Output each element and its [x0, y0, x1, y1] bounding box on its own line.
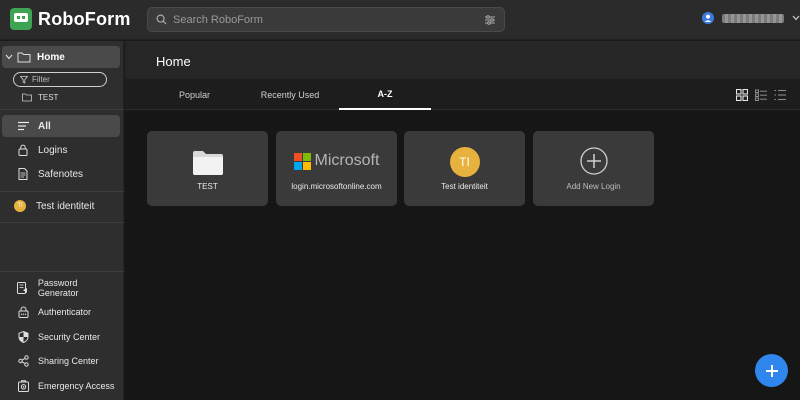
- authenticator-icon: [16, 306, 30, 318]
- card-icon-wrap: TI: [404, 147, 525, 177]
- list-icon: [16, 121, 30, 131]
- app-name: RoboForm: [38, 8, 131, 29]
- sidebar-item-security-center[interactable]: Security Center: [2, 326, 120, 348]
- sidebar-item-label: Security Center: [38, 332, 101, 342]
- sidebar-item-label: Test identiteit: [36, 200, 95, 212]
- note-icon: [16, 168, 30, 180]
- card-identity-test[interactable]: TI Test identiteit: [404, 131, 525, 206]
- sidebar: Home TEST All Logins Safenotes TI Test i…: [0, 41, 124, 400]
- card-label: Add New Login: [566, 182, 621, 191]
- sidebar-item-password-generator[interactable]: Password Generator: [2, 277, 120, 299]
- card-icon-wrap: [533, 147, 654, 175]
- sidebar-item-authenticator[interactable]: Authenticator: [2, 301, 120, 323]
- tab-popular[interactable]: Popular: [162, 79, 227, 110]
- password-generator-icon: [16, 282, 30, 294]
- card-icon-wrap: [147, 150, 268, 176]
- sidebar-folder-label: TEST: [38, 93, 59, 102]
- identity-avatar: TI: [449, 147, 480, 177]
- account-name-redacted: [722, 13, 784, 23]
- roboform-logo-icon: [10, 8, 32, 30]
- user-icon: [702, 12, 714, 24]
- sidebar-divider: [0, 271, 124, 272]
- search-input[interactable]: [173, 13, 484, 26]
- sidebar-item-logins[interactable]: Logins: [2, 139, 120, 161]
- sidebar-divider: [0, 222, 124, 223]
- identity-avatar-wrap: TI: [13, 200, 27, 212]
- search-bar[interactable]: [147, 7, 505, 32]
- filter-field[interactable]: [13, 72, 107, 87]
- microsoft-logo: Microsoft: [293, 152, 380, 170]
- compact-list-view-icon[interactable]: [774, 89, 786, 101]
- main-header: Home: [125, 41, 800, 79]
- list-view-icon[interactable]: [755, 89, 767, 101]
- sidebar-folder-test[interactable]: TEST: [22, 93, 58, 102]
- roboform-logo[interactable]: RoboForm: [10, 8, 131, 30]
- sidebar-item-label: Sharing Center: [38, 356, 99, 366]
- sidebar-item-label: All: [38, 120, 51, 132]
- chevron-down-icon[interactable]: [5, 54, 13, 60]
- sidebar-item-label: Authenticator: [38, 307, 92, 317]
- emergency-icon: [16, 380, 30, 392]
- add-item-button[interactable]: [755, 354, 788, 387]
- chevron-down-icon: [792, 15, 800, 21]
- tab-bar: Popular Recently Used A-Z: [125, 79, 800, 110]
- plus-icon: [765, 364, 778, 377]
- top-bar: RoboForm: [0, 0, 800, 40]
- sidebar-item-identity[interactable]: TI Test identiteit: [2, 195, 120, 217]
- sidebar-item-home[interactable]: Home: [2, 46, 120, 68]
- search-icon: [156, 14, 167, 25]
- sidebar-item-all[interactable]: All: [2, 115, 120, 137]
- folder-icon: [22, 93, 32, 102]
- card-folder-test[interactable]: TEST: [147, 131, 268, 206]
- filter-input[interactable]: [32, 75, 102, 84]
- main-content: TEST Microsoft login.microsoftonline.com…: [125, 111, 800, 400]
- identity-avatar: TI: [14, 200, 26, 212]
- grid-view-icon[interactable]: [736, 89, 748, 101]
- card-label: login.microsoftonline.com: [291, 182, 382, 191]
- account-menu[interactable]: [702, 12, 800, 24]
- card-login-microsoft[interactable]: Microsoft login.microsoftonline.com: [276, 131, 397, 206]
- card-add-new-login[interactable]: Add New Login: [533, 131, 654, 206]
- sidebar-divider: [0, 191, 124, 192]
- page-title: Home: [156, 54, 191, 69]
- plus-circle-icon: [579, 147, 608, 175]
- sidebar-item-label: Safenotes: [38, 168, 84, 180]
- card-icon-wrap: Microsoft: [276, 152, 397, 170]
- sidebar-item-sharing-center[interactable]: Sharing Center: [2, 350, 120, 372]
- sidebar-item-emergency-access[interactable]: Emergency Access: [2, 375, 120, 397]
- sidebar-item-label: Password Generator: [37, 278, 79, 298]
- card-label: TEST: [197, 182, 218, 191]
- tab-recently-used[interactable]: Recently Used: [253, 79, 327, 110]
- sidebar-item-label: Logins: [38, 144, 68, 156]
- lock-icon: [16, 144, 30, 156]
- filter-settings-icon[interactable]: [484, 14, 496, 26]
- shield-icon: [16, 331, 30, 343]
- tab-a-z[interactable]: A-Z: [339, 79, 431, 110]
- folder-icon: [192, 151, 223, 175]
- sidebar-item-label: Emergency Access: [38, 381, 115, 391]
- filter-icon: [20, 75, 28, 84]
- folder-icon: [17, 52, 31, 63]
- sidebar-item-label: Home: [37, 51, 65, 63]
- microsoft-logo-text: Microsoft: [314, 152, 380, 169]
- microsoft-logo-icon: [293, 152, 311, 170]
- sidebar-divider: [0, 109, 124, 110]
- sidebar-item-safenotes[interactable]: Safenotes: [2, 163, 120, 185]
- share-icon: [16, 355, 30, 367]
- card-label: Test identiteit: [441, 182, 488, 191]
